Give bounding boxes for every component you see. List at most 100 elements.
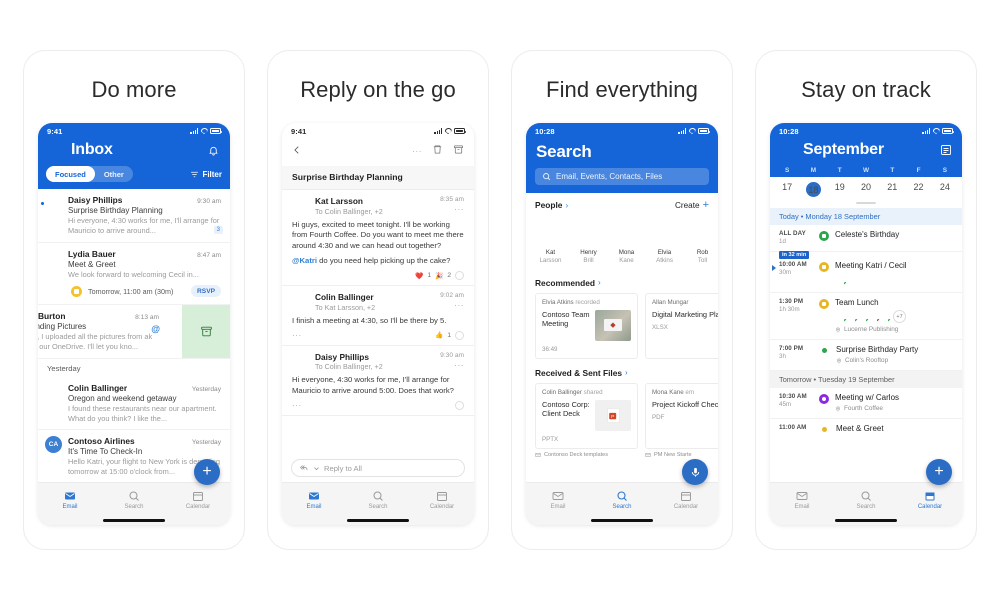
weekday: S (785, 167, 790, 174)
list-item[interactable]: Elvia Atkins (649, 216, 680, 265)
list-item[interactable]: Mona Kane (611, 216, 642, 265)
recommended-cards[interactable]: Elvia Atkins recorded Contoso Team Meeti… (526, 291, 718, 366)
compose-fab-button[interactable]: + (194, 459, 220, 485)
chevron-right-icon[interactable]: › (598, 278, 601, 287)
reply-bar[interactable]: Reply to All (282, 454, 474, 482)
reaction-emoji[interactable]: ❤️ (415, 272, 423, 280)
search-input[interactable]: Email, Events, Contacts, Files (535, 168, 709, 185)
calendar-event[interactable]: 11:00 AM Meet & Greet (770, 419, 962, 439)
swiped-mail-row[interactable]: e Burton 8:13 am onding Pictures tri, I … (38, 305, 230, 359)
create-button[interactable]: Create + (675, 199, 709, 211)
rsvp-button[interactable]: RSVP (191, 285, 221, 298)
card-footer: 36:49 (542, 345, 558, 353)
tab-search[interactable]: Search (599, 490, 645, 510)
trash-icon[interactable] (432, 142, 443, 160)
agenda-view-icon[interactable] (938, 143, 953, 158)
tab-email[interactable]: Email (47, 490, 93, 510)
date-cell[interactable]: 17 (774, 182, 800, 197)
reactions-row[interactable]: ❤️ 1 🎉 2 (292, 271, 464, 281)
message-item[interactable]: Colin Ballinger To Kat Larsson, +2 9:02 … (282, 286, 474, 346)
calendar-event[interactable]: in 32 min 10:00 AM 30m Meeting Katri / Ce… (770, 251, 962, 293)
tab-calendar[interactable]: Calendar (663, 490, 709, 510)
drag-handle[interactable] (856, 202, 876, 204)
expand-dots-icon[interactable]: ··· (292, 401, 302, 410)
bell-icon[interactable] (206, 143, 221, 158)
tab-calendar[interactable]: Calendar (907, 490, 953, 510)
tab-email[interactable]: Email (291, 490, 337, 510)
tab-email[interactable]: Email (779, 490, 825, 510)
bottom-tab-bar[interactable]: Email Search Calendar (770, 482, 962, 516)
table-row[interactable]: Colin Ballinger Yesterday Oregon and wee… (38, 377, 230, 431)
reply-all-icon[interactable] (299, 459, 309, 477)
expand-dots-icon[interactable]: ··· (292, 331, 302, 340)
at-mention-icon: @ (151, 324, 160, 335)
archive-icon[interactable] (453, 142, 464, 160)
list-item[interactable]: Rob Toll (687, 216, 718, 265)
reaction-emoji[interactable]: 🎉 (435, 272, 443, 280)
tab-calendar[interactable]: Calendar (175, 490, 221, 510)
reaction-emoji[interactable]: 👍 (435, 331, 443, 339)
date-cell[interactable]: 19 (827, 182, 853, 197)
add-reaction-icon[interactable] (455, 330, 464, 340)
reply-input[interactable]: Reply to All (324, 464, 362, 473)
list-item[interactable]: Elvia Atkins recorded Contoso Team Meeti… (535, 292, 638, 359)
calendar-event[interactable]: 1:30 PM 1h 30m Team Lunch +7 Lucerne Pub… (770, 293, 962, 340)
avatar[interactable] (779, 142, 796, 159)
date-cell[interactable]: 24 (932, 182, 958, 197)
list-item[interactable]: Henry Brill (573, 216, 604, 265)
date-cell[interactable]: 22 (905, 182, 931, 197)
archive-swipe-action[interactable] (182, 305, 230, 358)
tab-search[interactable]: Search (111, 490, 157, 510)
add-reaction-icon[interactable] (455, 271, 464, 281)
mention-token[interactable]: @Katri (292, 256, 317, 265)
tab-search[interactable]: Search (843, 490, 889, 510)
pivot-focused[interactable]: Focused (46, 166, 95, 182)
chevron-right-icon[interactable]: › (565, 201, 568, 210)
bottom-tab-bar[interactable]: Email Search Calendar (38, 482, 230, 516)
add-reaction-icon[interactable] (455, 401, 464, 411)
voice-search-button[interactable] (682, 459, 708, 485)
list-item[interactable]: Kat Larsson (535, 216, 566, 265)
new-event-fab-button[interactable]: + (926, 459, 952, 485)
list-item[interactable]: Colin Ballinger shared Contoso Corp: Cli… (535, 382, 638, 449)
tab-email[interactable]: Email (535, 490, 581, 510)
date-strip[interactable]: 17 18 19 20 21 22 24 (770, 177, 962, 199)
reactions-row[interactable]: ··· 👍 1 (292, 330, 464, 340)
date-cell-selected[interactable]: 18 (800, 182, 826, 197)
date-cell[interactable]: 21 (879, 182, 905, 197)
bottom-tab-bar[interactable]: Email Search Calendar (282, 482, 474, 516)
chevron-right-icon[interactable]: › (625, 368, 628, 377)
inbox-pivot[interactable]: Focused Other (46, 166, 133, 182)
people-row[interactable]: Kat Larsson Henry Brill Mona Kane Elvia Atki… (526, 214, 718, 272)
calendar-event[interactable]: 10:30 AM 45m Meeting w/ Carlos Fourth Cof… (770, 388, 962, 419)
chevron-down-icon[interactable] (313, 459, 320, 477)
wifi-icon (201, 128, 208, 134)
weekday: F (916, 167, 921, 174)
timestamp: 8:35 am (440, 196, 464, 203)
table-row[interactable]: Daisy Phillips 9:30 am Surprise Birthday… (38, 189, 230, 243)
table-row[interactable]: Lydia Bauer 8:47 am Meet & Greet We look… (38, 243, 230, 282)
tab-search[interactable]: Search (355, 490, 401, 510)
more-dots-icon[interactable]: ··· (440, 361, 464, 370)
reactions-row[interactable]: ··· (292, 401, 464, 411)
pivot-other[interactable]: Other (95, 166, 133, 182)
filter-button[interactable]: Filter (190, 170, 222, 179)
avatar[interactable] (47, 142, 64, 159)
list-item[interactable]: Allan Mungar Digital Marketing Plan XLSX (645, 292, 718, 359)
rsvp-row[interactable]: Tomorrow, 11:00 am (30m) RSVP (38, 281, 230, 306)
tab-calendar[interactable]: Calendar (419, 490, 465, 510)
calendar-event[interactable]: 7:00 PM 3h Surprise Birthday Party Colin'… (770, 340, 962, 371)
mail-list[interactable]: Daisy Phillips 9:30 am Surprise Birthday… (38, 189, 230, 482)
files-cards[interactable]: Colin Ballinger shared Contoso Corp: Cli… (526, 381, 718, 452)
calendar-event[interactable]: ALL DAY 1d Celeste's Birthday (770, 225, 962, 252)
more-dots-icon[interactable]: ··· (440, 301, 464, 310)
list-item[interactable]: Mona Kane em Project Kickoff Checklist P… (645, 382, 718, 449)
back-chevron-icon[interactable] (292, 142, 302, 160)
conversation-toolbar[interactable]: ··· (282, 139, 474, 166)
message-item[interactable]: Kat Larsson To Colin Ballinger, +2 8:35 … (282, 190, 474, 287)
bottom-tab-bar[interactable]: Email Search Calendar (526, 482, 718, 516)
date-cell[interactable]: 20 (853, 182, 879, 197)
more-dots-icon[interactable]: ··· (440, 205, 464, 214)
message-item[interactable]: Daisy Phillips To Colin Ballinger, +2 9:… (282, 345, 474, 417)
more-dots-icon[interactable]: ··· (412, 147, 422, 156)
